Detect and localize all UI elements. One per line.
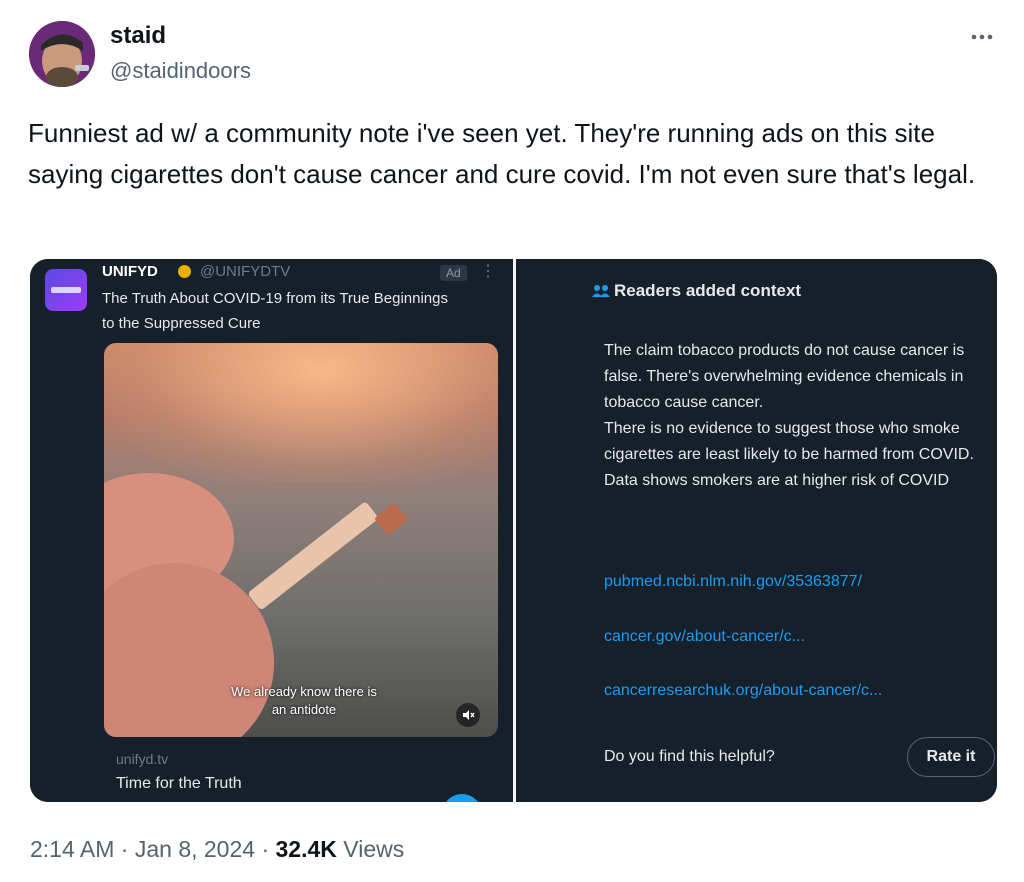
volume-button [456,703,480,727]
meta-separator: · [120,836,129,862]
video-background-glow [104,343,498,483]
avatar-image [29,21,95,87]
cigarette-shape [247,500,379,611]
rate-it-button: Rate it [907,737,995,777]
views-label: Views [343,836,405,862]
community-note: Readers added context The claim tobacco … [516,259,997,802]
cigarette-tip-shape [373,502,409,536]
ad-more-icon: ⋮ [480,263,496,280]
ad-headline: The Truth About COVID-19 from its True B… [102,290,448,332]
people-icon [592,285,610,297]
community-note-title: Readers added context [614,281,802,300]
note-source-link-2: cancer.gov/about-cancer/c... [604,628,805,645]
ad-domain: unifyd.tv [116,751,169,767]
views-count: 32.4K [275,836,337,862]
ad-video-thumbnail: We already know there is an antidote [104,343,498,737]
video-caption: We already know there is an antidote [231,684,377,717]
note-source-link-1: pubmed.ncbi.nlm.nih.gov/35363877/ [604,573,862,590]
more-icon [971,34,993,40]
community-note-text: The claim tobacco products do not cause … [604,342,974,489]
author-display-name[interactable]: staid [110,22,166,50]
verified-badge-icon [178,265,191,278]
ad-card-title: Time for the Truth [116,775,242,792]
tweet-media-image[interactable]: UNIFYD @UNIFYDTV Ad ⋮ The Truth About CO… [30,259,997,802]
helpful-question: Do you find this helpful? [604,748,775,765]
tweet-text: Funniest ad w/ a community note i've see… [28,118,976,189]
ad-author-name: UNIFYD [102,263,158,280]
tweet-time[interactable]: 2:14 AM [30,836,114,862]
ad-author-handle: @UNIFYDTV [200,263,291,280]
community-note-header: Readers added context [592,281,801,301]
tweet-date[interactable]: Jan 8, 2024 [135,836,255,862]
ad-post: UNIFYD @UNIFYDTV Ad ⋮ The Truth About CO… [30,259,513,802]
author-handle[interactable]: @staidindoors [110,58,251,84]
note-source-link-3: cancerresearchuk.org/about-cancer/c... [604,682,883,699]
ad-label-badge: Ad [440,265,467,281]
more-options-button[interactable] [962,22,1002,52]
meta-separator: · [261,836,270,862]
avatar[interactable] [29,21,95,87]
ad-cta-button-partial [442,794,482,802]
speaker-icon [463,710,475,720]
tweet-meta: 2:14 AM · Jan 8, 2024 · 32.4K Views [30,836,404,863]
ad-avatar [45,269,87,311]
